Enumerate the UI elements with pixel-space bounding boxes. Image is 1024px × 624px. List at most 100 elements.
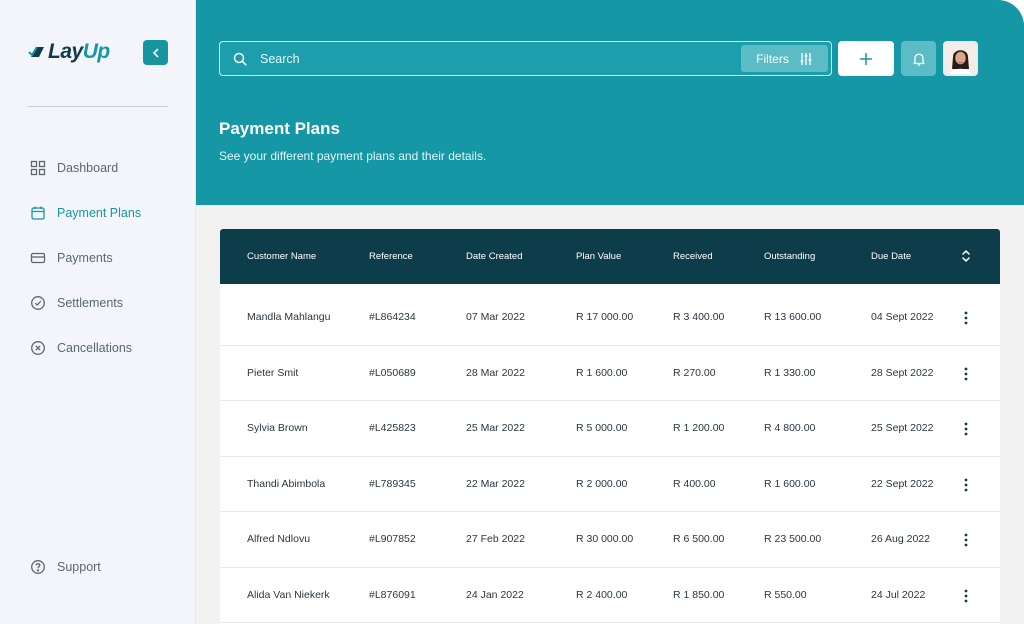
cell-reference: #L789345 <box>369 477 416 490</box>
cell-received: R 1 200.00 <box>673 422 725 434</box>
page-subtitle: See your different payment plans and the… <box>219 149 487 163</box>
logo-text-up: Up <box>82 40 111 63</box>
table-row[interactable]: Mandla Mahlangu #L864234 07 Mar 2022 R 1… <box>220 290 1000 346</box>
page-header: Filters <box>196 0 1024 205</box>
payment-plans-table: Customer Name Reference Date Created Pla… <box>220 229 1000 624</box>
sidebar-item-label: Payment Plans <box>57 205 142 220</box>
column-header-date-created[interactable]: Date Created <box>466 229 523 284</box>
cell-due-date: 26 Aug 2022 <box>871 533 930 545</box>
cell-plan-value: R 5 000.00 <box>576 422 628 434</box>
filters-button[interactable]: Filters <box>741 45 828 72</box>
search-icon <box>233 52 247 66</box>
cell-outstanding: R 13 600.00 <box>764 311 822 323</box>
cell-due-date: 24 Jul 2022 <box>871 588 926 601</box>
sidebar-item-cancellations[interactable]: Cancellations <box>30 325 180 370</box>
add-button[interactable] <box>838 41 894 76</box>
sidebar-item-label: Dashboard <box>57 160 119 175</box>
sidebar-item-dashboard[interactable]: Dashboard <box>30 145 180 190</box>
more-options-icon[interactable] <box>960 532 972 548</box>
page-title: Payment Plans <box>219 119 340 138</box>
cell-reference: #L425823 <box>369 422 416 434</box>
cell-customer-name: Mandla Mahlangu <box>247 311 331 323</box>
cell-date-created: 28 Mar 2022 <box>466 366 525 379</box>
more-options-icon[interactable] <box>960 310 972 326</box>
cell-outstanding: R 550.00 <box>764 588 807 601</box>
table-row[interactable]: Sylvia Brown #L425823 25 Mar 2022 R 5 00… <box>220 401 1000 457</box>
sidebar-item-settlements[interactable]: Settlements <box>30 280 180 325</box>
sidebar-item-support[interactable]: Support <box>30 544 101 589</box>
sidebar-item-label: Cancellations <box>57 340 133 355</box>
sidebar-divider <box>28 106 168 107</box>
search-input[interactable] <box>247 42 741 75</box>
column-header-reference[interactable]: Reference <box>369 229 413 284</box>
help-circle-icon <box>31 559 45 574</box>
column-header-outstanding[interactable]: Outstanding <box>764 229 815 284</box>
notifications-button[interactable] <box>901 41 936 76</box>
cell-outstanding: R 4 800.00 <box>764 422 816 434</box>
x-circle-icon <box>31 340 45 355</box>
cell-received: R 400.00 <box>673 477 716 490</box>
sidebar-item-payments[interactable]: Payments <box>30 235 180 280</box>
column-header-plan-value[interactable]: Plan Value <box>576 229 621 284</box>
avatar[interactable] <box>943 41 978 76</box>
card-icon <box>30 252 46 263</box>
table-row[interactable]: Alfred Ndlovu #L907852 27 Feb 2022 R 30 … <box>220 512 1000 568</box>
more-options-icon[interactable] <box>960 588 972 604</box>
cell-plan-value: R 30 000.00 <box>576 533 634 545</box>
cell-customer-name: Sylvia Brown <box>247 422 308 434</box>
grid-icon <box>30 160 46 175</box>
column-header-received[interactable]: Received <box>673 229 713 284</box>
plus-icon <box>859 52 873 65</box>
search-bar: Filters <box>219 41 832 76</box>
cell-date-created: 22 Mar 2022 <box>466 477 525 490</box>
user-avatar-icon <box>945 43 976 74</box>
column-header-customer-name[interactable]: Customer Name <box>247 229 316 284</box>
cell-received: R 3 400.00 <box>673 311 725 323</box>
sidebar-item-payment-plans[interactable]: Payment Plans <box>30 190 180 235</box>
sliders-icon <box>800 52 812 65</box>
cell-customer-name: Pieter Smit <box>247 366 299 379</box>
sidebar-nav: Dashboard Payment Plans Payments Settlem… <box>30 145 180 370</box>
cell-plan-value: R 1 600.00 <box>576 366 628 379</box>
table-row[interactable]: Thandi Abimbola #L789345 22 Mar 2022 R 2… <box>220 457 1000 512</box>
cell-plan-value: R 2 000.00 <box>576 477 628 490</box>
cell-customer-name: Alida Van Niekerk <box>247 588 330 601</box>
cell-due-date: 04 Sept 2022 <box>871 311 934 323</box>
sidebar-item-label: Settlements <box>57 295 124 310</box>
chevron-left-icon <box>152 48 158 57</box>
cell-due-date: 22 Sept 2022 <box>871 477 934 490</box>
cell-plan-value: R 2 400.00 <box>576 588 628 601</box>
calendar-icon <box>31 206 45 220</box>
cell-reference: #L907852 <box>369 533 416 545</box>
cell-reference: #L876091 <box>369 588 416 601</box>
table-row[interactable]: Alida Van Niekerk #L876091 24 Jan 2022 R… <box>220 568 1000 623</box>
cell-plan-value: R 17 000.00 <box>576 311 634 323</box>
more-options-icon[interactable] <box>960 477 972 493</box>
more-options-icon[interactable] <box>960 366 972 382</box>
cell-outstanding: R 23 500.00 <box>764 533 822 545</box>
cell-received: R 1 850.00 <box>673 588 725 601</box>
more-options-icon[interactable] <box>960 421 972 437</box>
cell-customer-name: Thandi Abimbola <box>247 477 326 490</box>
table-row[interactable]: Pieter Smit #L050689 28 Mar 2022 R 1 600… <box>220 346 1000 401</box>
column-header-due-date[interactable]: Due Date <box>871 229 911 284</box>
cell-reference: #L050689 <box>369 366 416 379</box>
cell-date-created: 27 Feb 2022 <box>466 533 525 545</box>
collapse-sidebar-button[interactable] <box>143 40 168 65</box>
sidebar-item-label: Payments <box>57 250 113 265</box>
check-circle-icon <box>31 295 45 310</box>
cell-received: R 6 500.00 <box>673 533 725 545</box>
table-header: Customer Name Reference Date Created Pla… <box>220 229 1000 284</box>
sidebar: Lay Up Dashboard Payment Plans Payments … <box>0 0 196 624</box>
cell-due-date: 25 Sept 2022 <box>871 422 934 434</box>
cell-reference: #L864234 <box>369 311 416 323</box>
cell-outstanding: R 1 600.00 <box>764 477 816 490</box>
filters-label: Filters <box>756 51 789 66</box>
bell-icon <box>912 53 925 66</box>
cell-customer-name: Alfred Ndlovu <box>247 533 311 545</box>
app-window: Lay Up Dashboard Payment Plans Payments … <box>0 0 1024 624</box>
cell-date-created: 24 Jan 2022 <box>466 588 524 601</box>
logo: Lay Up <box>28 40 110 64</box>
sort-icon[interactable] <box>960 248 972 264</box>
cell-outstanding: R 1 330.00 <box>764 366 816 379</box>
